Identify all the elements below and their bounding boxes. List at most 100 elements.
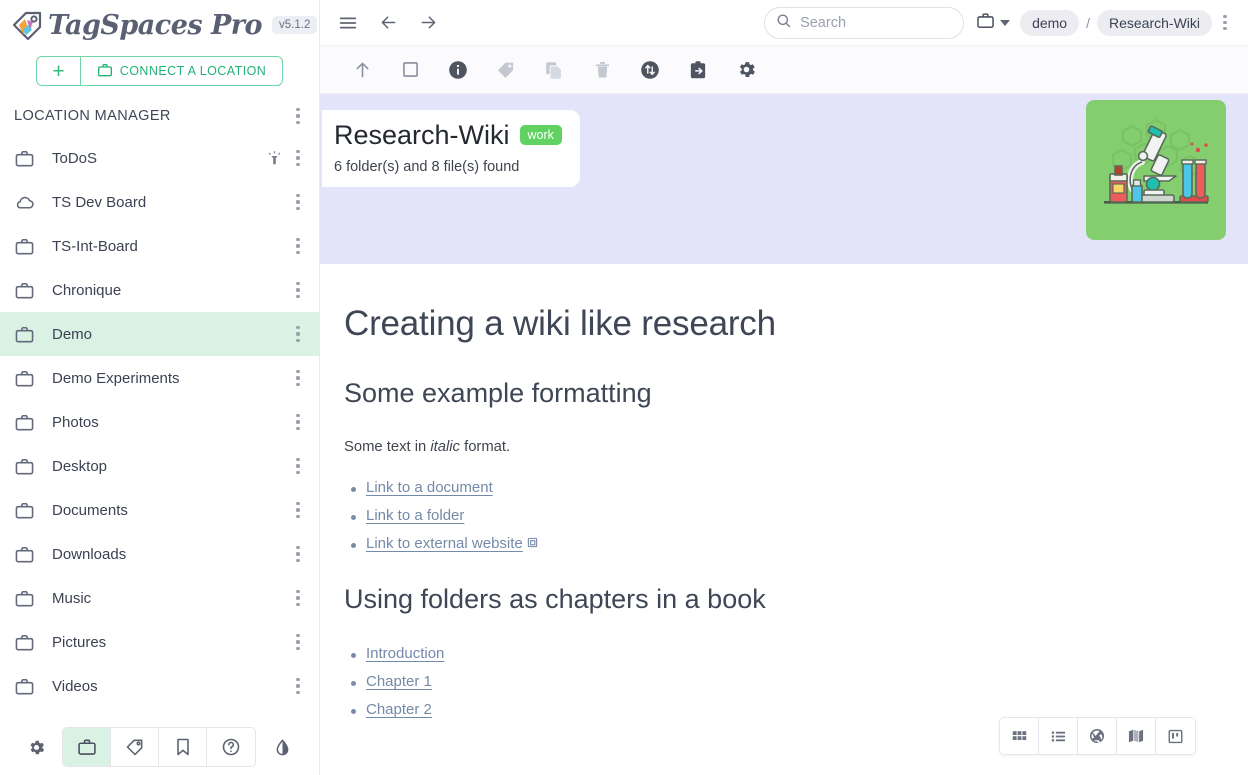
search-input[interactable] xyxy=(800,15,987,31)
location-item-menu-icon[interactable] xyxy=(285,363,311,393)
add-tags-button[interactable] xyxy=(482,50,530,90)
breadcrumb-menu-icon[interactable] xyxy=(1212,8,1238,38)
doc-heading-1: Creating a wiki like research xyxy=(344,304,1164,344)
select-all-button[interactable] xyxy=(386,50,434,90)
move-copy-button[interactable] xyxy=(626,50,674,90)
sidebar-item-downloads[interactable]: Downloads xyxy=(0,532,319,576)
sidebar-item-label: Demo xyxy=(40,326,263,343)
location-item-menu-icon[interactable] xyxy=(285,583,311,613)
sidebar-item-label: Downloads xyxy=(40,546,263,563)
properties-info-button[interactable] xyxy=(434,50,482,90)
search-box[interactable] xyxy=(764,7,964,39)
add-location-plus-icon[interactable]: + xyxy=(37,57,81,85)
location-item-menu-icon[interactable] xyxy=(285,627,311,657)
breadcrumb-item-1[interactable]: Research-Wiki xyxy=(1097,10,1212,36)
doc-link-external[interactable]: Link to external website xyxy=(366,535,523,552)
sidebar-item-demo[interactable]: Demo xyxy=(0,312,319,356)
location-manager-menu-icon[interactable] xyxy=(285,101,311,131)
doc-link-document[interactable]: Link to a document xyxy=(366,479,493,496)
sidebar-item-bookmarks[interactable] xyxy=(159,728,207,766)
sidebar-panel-switcher xyxy=(62,727,256,767)
doc-link-folder[interactable]: Link to a folder xyxy=(366,507,464,524)
sidebar-item-taglibrary[interactable] xyxy=(111,728,159,766)
sidebar-item-ts-dev-board[interactable]: TS Dev Board xyxy=(0,180,319,224)
gear-icon[interactable] xyxy=(16,727,56,767)
kanban-view-icon[interactable] xyxy=(1156,718,1195,754)
location-item-menu-icon[interactable] xyxy=(285,671,311,701)
list-view-icon[interactable] xyxy=(1039,718,1078,754)
location-selector-button[interactable] xyxy=(972,11,1014,35)
sidebar-item-ts-int-board[interactable]: TS-Int-Board xyxy=(0,224,319,268)
sidebar-item-locations[interactable] xyxy=(63,728,111,766)
view-mode-switcher xyxy=(999,717,1196,755)
sidebar-item-photos[interactable]: Photos xyxy=(0,400,319,444)
grid-view-icon[interactable] xyxy=(1000,718,1039,754)
location-item-menu-icon[interactable] xyxy=(285,539,311,569)
brand-name: TagSpaces Pro xyxy=(48,10,262,41)
briefcase-icon xyxy=(14,676,40,697)
location-item-menu-icon[interactable] xyxy=(285,451,311,481)
parent-directory-button[interactable] xyxy=(338,50,386,90)
top-toolbar: demo / Research-Wiki xyxy=(320,0,1248,46)
hamburger-menu-icon[interactable] xyxy=(328,3,368,43)
briefcase-icon xyxy=(14,236,40,257)
sidebar-item-label: Pictures xyxy=(40,634,263,651)
tagspaces-app-window: TagSpaces Pro v5.1.2 + CONNECT A LOCATIO… xyxy=(0,0,1248,775)
list-item: Link to a document xyxy=(344,479,1164,496)
location-item-menu-icon[interactable] xyxy=(285,231,311,261)
location-item-menu-icon[interactable] xyxy=(285,495,311,525)
contrast-droplet-icon[interactable] xyxy=(262,727,302,767)
sidebar-item-documents[interactable]: Documents xyxy=(0,488,319,532)
entry-header: Research-Wiki work 6 folder(s) and 8 fil… xyxy=(320,94,1248,264)
sidebar: TagSpaces Pro v5.1.2 + CONNECT A LOCATIO… xyxy=(0,0,320,775)
delete-button[interactable] xyxy=(578,50,626,90)
location-item-menu-icon[interactable] xyxy=(285,187,311,217)
duplicate-copy-button[interactable] xyxy=(530,50,578,90)
location-item-menu-icon[interactable] xyxy=(285,319,311,349)
entry-thumbnail[interactable] xyxy=(1086,100,1226,240)
list-item: Chapter 1 xyxy=(344,673,1164,690)
status-badge[interactable]: work xyxy=(520,125,562,145)
connect-location-main[interactable]: CONNECT A LOCATION xyxy=(81,57,282,85)
sidebar-item-pictures[interactable]: Pictures xyxy=(0,620,319,664)
sidebar-item-label: Music xyxy=(40,590,263,607)
doc-paragraph-italic-example: Some text in italic format. xyxy=(344,439,1164,455)
toolbar-settings-button[interactable] xyxy=(722,50,770,90)
briefcase-icon xyxy=(14,368,40,389)
doc-link-list-1: Link to a document Link to a folder Link… xyxy=(344,479,1164,552)
briefcase-icon xyxy=(14,456,40,477)
doc-link-list-2: Introduction Chapter 1 Chapter 2 xyxy=(344,645,1164,718)
location-item-menu-icon[interactable] xyxy=(285,407,311,437)
sidebar-item-todos[interactable]: ToDoS xyxy=(0,136,319,180)
sidebar-item-music[interactable]: Music xyxy=(0,576,319,620)
breadcrumb-item-0[interactable]: demo xyxy=(1020,10,1079,36)
aperture-gallery-icon[interactable] xyxy=(1078,718,1117,754)
entry-title-card: Research-Wiki work 6 folder(s) and 8 fil… xyxy=(322,110,580,187)
document-preview-panel: Creating a wiki like research Some examp… xyxy=(320,264,1230,775)
sidebar-item-help[interactable] xyxy=(207,728,255,766)
sidebar-item-label: Documents xyxy=(40,502,263,519)
brand-header: TagSpaces Pro v5.1.2 xyxy=(0,0,319,46)
connect-a-location-button[interactable]: + CONNECT A LOCATION xyxy=(36,56,283,86)
doc-heading-2-chapters: Using folders as chapters in a book xyxy=(344,584,1164,615)
doc-link-chapter-2[interactable]: Chapter 2 xyxy=(366,701,432,718)
share-export-button[interactable] xyxy=(674,50,722,90)
map-view-icon[interactable] xyxy=(1117,718,1156,754)
list-item: Chapter 2 xyxy=(344,701,1164,718)
version-badge: v5.1.2 xyxy=(272,16,317,34)
briefcase-icon xyxy=(14,544,40,565)
sidebar-item-demo-experiments[interactable]: Demo Experiments xyxy=(0,356,319,400)
arrow-left-icon[interactable] xyxy=(368,3,408,43)
briefcase-icon xyxy=(14,500,40,521)
sidebar-item-chronique[interactable]: Chronique xyxy=(0,268,319,312)
location-item-menu-icon[interactable] xyxy=(285,275,311,305)
doc-link-chapter-1[interactable]: Chapter 1 xyxy=(366,673,432,690)
sidebar-item-videos[interactable]: Videos xyxy=(0,664,319,708)
sidebar-item-desktop[interactable]: Desktop xyxy=(0,444,319,488)
sidebar-item-label: Photos xyxy=(40,414,263,431)
doc-link-introduction[interactable]: Introduction xyxy=(366,645,444,662)
arrow-right-icon[interactable] xyxy=(408,3,448,43)
location-item-menu-icon[interactable] xyxy=(285,143,311,173)
briefcase-icon xyxy=(14,412,40,433)
entry-title-row: Research-Wiki work xyxy=(334,120,562,150)
